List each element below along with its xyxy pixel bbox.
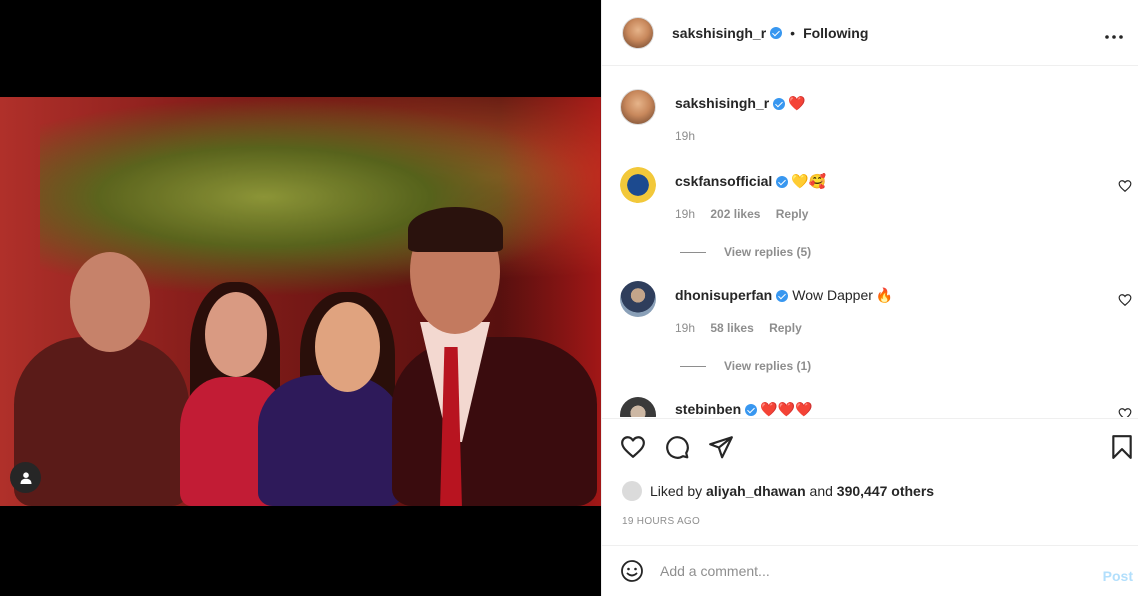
view-replies-button[interactable]: View replies (1) — [680, 359, 811, 373]
view-replies-label[interactable]: View replies (1) — [724, 359, 811, 373]
verified-badge-icon — [776, 176, 789, 189]
view-replies-label[interactable]: View replies (5) — [724, 245, 811, 259]
comment-likes[interactable]: 58 likes — [710, 321, 753, 335]
comment-input[interactable] — [660, 563, 1060, 579]
comment-emoji: 🔥 — [875, 287, 894, 303]
verified-badge-icon — [745, 404, 758, 417]
post-button[interactable]: Post — [1103, 568, 1133, 584]
comment-emoji: 💛🥰 — [791, 173, 827, 189]
person-3-head — [315, 302, 380, 392]
comment-username[interactable]: cskfansofficial — [675, 173, 772, 189]
comment-text: Wow Dapper — [792, 287, 873, 303]
header-separator: • — [790, 24, 796, 41]
user-tag-icon[interactable] — [10, 462, 41, 493]
smiley-icon[interactable] — [620, 559, 644, 583]
likes-others[interactable]: 390,447 others — [837, 483, 934, 499]
post-media[interactable] — [0, 0, 601, 596]
comment-likes[interactable]: 202 likes — [710, 207, 760, 221]
comment-meta: 19h 202 likes Reply — [675, 207, 820, 221]
person-1-head — [70, 252, 150, 352]
reply-button[interactable]: Reply — [769, 321, 802, 335]
following-button[interactable]: Following — [803, 25, 868, 41]
comment-composer: Post — [602, 545, 1138, 596]
avatar[interactable] — [622, 481, 642, 501]
comment-like-heart-icon[interactable] — [1118, 293, 1132, 307]
person-4-hair — [408, 207, 503, 252]
view-replies-line — [680, 365, 706, 367]
verified-badge-icon — [770, 26, 783, 39]
comment-username[interactable]: dhonisuperfan — [675, 287, 772, 303]
comment-emoji: ❤️❤️❤️ — [760, 401, 813, 417]
comment-time: 19h — [675, 129, 696, 143]
comment-icon[interactable] — [664, 434, 690, 460]
view-replies-line — [680, 251, 706, 253]
post-side-panel: sakshisingh_r • Following sakshisingh_r ❤… — [601, 0, 1138, 596]
comment-like-heart-icon[interactable] — [1118, 407, 1132, 417]
verified-badge-icon — [773, 98, 786, 111]
likes-conj: and — [809, 483, 833, 499]
verified-badge-icon — [776, 290, 789, 303]
send-icon[interactable] — [708, 434, 734, 460]
post-header: sakshisingh_r • Following — [602, 0, 1138, 66]
person-4-body — [392, 337, 597, 506]
post-actions: Liked by aliyah_dhawan and 390,447 other… — [602, 418, 1138, 545]
header-username[interactable]: sakshisingh_r — [672, 25, 766, 41]
avatar[interactable] — [620, 167, 656, 203]
comment-username[interactable]: sakshisingh_r — [675, 95, 769, 111]
heart-icon[interactable] — [620, 434, 646, 460]
person-3-body — [258, 375, 403, 506]
bookmark-icon[interactable] — [1109, 434, 1135, 460]
comments-list[interactable]: sakshisingh_r ❤️ 19h cskfansofficial 💛🥰 19… — [602, 67, 1138, 417]
comment-time: 19h — [675, 321, 696, 335]
view-replies-button[interactable]: View replies (5) — [680, 245, 811, 259]
reply-button[interactable]: Reply — [776, 207, 809, 221]
avatar[interactable] — [622, 16, 654, 49]
comment-time: 19h — [675, 207, 696, 221]
post-timestamp[interactable]: 19 HOURS AGO — [622, 516, 700, 527]
comment-like-heart-icon[interactable] — [1118, 179, 1132, 193]
comment-meta: 19h — [675, 129, 707, 143]
avatar[interactable] — [620, 89, 656, 125]
comment-meta: 19h 58 likes Reply — [675, 321, 814, 335]
more-horizontal-icon[interactable] — [1105, 23, 1123, 44]
post-photo[interactable] — [0, 97, 601, 506]
liked-by-user[interactable]: aliyah_dhawan — [706, 483, 806, 499]
comment-emoji: ❤️ — [788, 95, 806, 111]
comment-username[interactable]: stebinben — [675, 401, 741, 417]
person-2-head — [205, 292, 267, 377]
avatar[interactable] — [620, 281, 656, 317]
avatar[interactable] — [620, 397, 656, 417]
likes-summary: Liked by aliyah_dhawan and 390,447 other… — [622, 481, 934, 501]
likes-prefix: Liked by — [650, 483, 703, 499]
